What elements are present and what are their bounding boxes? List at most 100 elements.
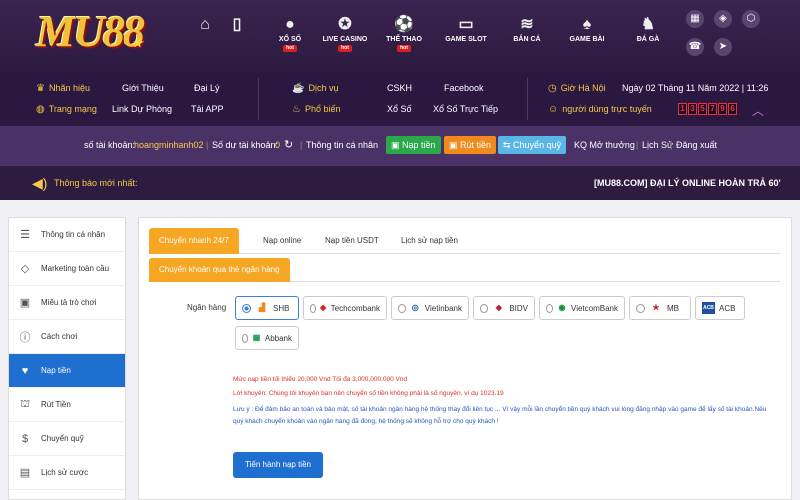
tab-deposit-history[interactable]: Lịch sử nạp tiền: [391, 228, 468, 254]
transfer-button[interactable]: ⇆ Chuyển quỹ: [498, 136, 567, 154]
link-cskh[interactable]: CSKH: [387, 83, 412, 93]
collapse-chevron-icon[interactable]: ︿: [752, 102, 764, 119]
link-dai-ly[interactable]: Đại Lý: [194, 83, 220, 93]
nav-label: GAME SLOT: [445, 36, 487, 43]
username: hoangminhanh02: [134, 140, 204, 150]
sidebar-item-deposit[interactable]: ♥ Nạp tiền: [9, 354, 125, 388]
radio-button[interactable]: [398, 303, 406, 313]
hot-badge: hot: [283, 45, 297, 52]
nav-label: LIVE CASINO: [322, 36, 368, 43]
radio-button[interactable]: [636, 303, 645, 313]
support-icon[interactable]: ☎: [686, 38, 704, 56]
lottery-icon: ●: [285, 16, 295, 33]
radio-button[interactable]: [242, 303, 251, 313]
users-icon: ☺: [548, 104, 559, 115]
bank-option-bidv[interactable]: ◆ BIDV: [473, 296, 535, 320]
sidebar-item-profile[interactable]: ☰ Thông tin cá nhân: [9, 218, 125, 252]
content-area: ☰ Thông tin cá nhân ◇ Marketing toàn cầu ▣…: [0, 200, 800, 500]
bank-option-acb[interactable]: ACB ACB: [695, 296, 745, 320]
hot-badge: hot: [397, 45, 411, 52]
piggy-bank-icon: ♥: [21, 364, 29, 377]
deposit-button[interactable]: ▣ Nạp tiền: [386, 136, 441, 154]
link-trang-mang: ◍ Trang mạng: [36, 104, 97, 115]
radio-button[interactable]: [546, 303, 553, 313]
refresh-icon[interactable]: ↻: [284, 138, 293, 151]
link-tai-app[interactable]: Tải APP: [191, 104, 224, 114]
telegram-icon[interactable]: ➤: [714, 38, 732, 56]
nav-label: GAME BÀI: [569, 36, 605, 43]
radio-button[interactable]: [242, 333, 249, 343]
nav-live-casino[interactable]: ✪ LIVE CASINO hot: [315, 14, 375, 52]
techcombank-logo-icon: ◆: [320, 303, 327, 312]
results-link[interactable]: KQ Mở thưởng: [574, 140, 635, 150]
link-xo-so[interactable]: Xổ Số: [387, 104, 412, 114]
radio-button[interactable]: [480, 303, 489, 313]
separator: |: [206, 140, 209, 150]
link-facebook[interactable]: Facebook: [444, 83, 484, 93]
shield-icon[interactable]: ⬡: [742, 10, 760, 28]
radio-button[interactable]: [310, 303, 316, 313]
nav-xo-so[interactable]: ● XỔ SỐ hot: [260, 14, 320, 52]
fire-icon: ♨: [292, 104, 301, 115]
nav-game-bai[interactable]: ♠ GAME BÀI: [557, 14, 617, 43]
link-du-phong[interactable]: Link Dự Phòng: [112, 104, 172, 114]
online-users-label: ☺ người dùng trực tuyến: [548, 104, 652, 115]
bank-option-mb[interactable]: ★ MB: [629, 296, 691, 320]
bank-option-abbank[interactable]: ▦ Abbank: [235, 326, 299, 350]
nav-the-thao[interactable]: ⚽ THỂ THAO hot: [374, 14, 434, 52]
user-profile-icon: ☰: [20, 229, 30, 241]
logout-link[interactable]: Đăng xuất: [676, 140, 717, 150]
deposit-tabs: Chuyển nhanh 24/7 Nạp online Nạp tiền US…: [149, 228, 780, 254]
soccer-ball-icon: ⚽: [394, 16, 414, 33]
bank-option-vietcombank[interactable]: ◉ VietcomBank: [539, 296, 625, 320]
casino-chip-icon: ✪: [338, 16, 352, 33]
mb-logo-icon: ★: [652, 303, 660, 312]
hot-badge: hot: [338, 45, 352, 52]
logo-text: MU88: [36, 7, 145, 56]
withdraw-button[interactable]: ▣ Rút tiền: [444, 136, 497, 154]
bank-option-techcombank[interactable]: ◆ Techcombank: [303, 296, 387, 320]
nav-label: XỔ SỐ: [278, 36, 302, 43]
notice-label: Thông báo mới nhất:: [54, 178, 138, 188]
history-link[interactable]: Lịch Sử: [642, 140, 673, 150]
method-tabs: Chuyển khoản qua thẻ ngân hàng: [149, 258, 780, 282]
online-counter: 135796: [678, 103, 737, 115]
sidebar-item-marketing[interactable]: ◇ Marketing toàn cầu: [9, 252, 125, 286]
speaker-icon: ◀): [32, 175, 48, 191]
mu88-logo[interactable]: MU88 ★: [36, 6, 145, 57]
sidebar-item-transfer[interactable]: $ Chuyển quỹ: [9, 422, 125, 456]
nav-ban-ca[interactable]: ≋ BẮN CÁ: [497, 14, 557, 43]
link-xo-so-truc-tiep[interactable]: Xổ Số Trực Tiếp: [433, 104, 498, 114]
clock-icon: ◷: [548, 83, 557, 94]
info-icon: ⓘ: [19, 331, 31, 344]
withdraw-icon: ⛫: [19, 397, 31, 410]
dollar-icon: $: [21, 432, 29, 445]
vietcombank-logo-icon: ◉: [558, 303, 566, 312]
sidebar-item-bet-history[interactable]: ▤ Lịch sử cược: [9, 456, 125, 490]
sidebar-item-game-description[interactable]: ▣ Miêu tả trò chơi: [9, 286, 125, 320]
bank-option-shb[interactable]: ▟ SHB: [235, 296, 299, 320]
profile-link[interactable]: Thông tin cá nhân: [306, 140, 378, 150]
star-icon: ★: [132, 36, 143, 50]
gamepad-icon: ▣: [19, 297, 31, 309]
nav-game-slot[interactable]: ▭ GAME SLOT: [436, 14, 496, 43]
tab-online-deposit[interactable]: Nạp online: [253, 228, 311, 254]
deposit-panel: Chuyển nhanh 24/7 Nạp online Nạp tiền US…: [138, 217, 792, 500]
nav-da-ga[interactable]: ♞ ĐÁ GÀ: [618, 14, 678, 43]
game-slot-icon: ▭: [458, 16, 474, 33]
vip-icon[interactable]: ◈: [714, 10, 732, 28]
nav-mobile[interactable]: ▯: [207, 14, 267, 36]
sidebar-item-withdraw[interactable]: ⛫ Rút Tiền: [9, 388, 125, 422]
submit-deposit-button[interactable]: Tiến hành nạp tiền: [233, 452, 323, 478]
separator: |: [636, 140, 639, 150]
history-icon: ▤: [19, 467, 31, 479]
transfer-icon: ⇆: [503, 140, 514, 150]
sidebar-item-how-to-play[interactable]: ⓘ Cách chơi: [9, 320, 125, 354]
tab-fast-transfer[interactable]: Chuyển nhanh 24/7: [149, 228, 239, 254]
gift-icon[interactable]: ▦: [686, 10, 704, 28]
balance-label: Số dư tài khoản:: [212, 140, 279, 150]
tab-usdt-deposit[interactable]: Nạp tiền USDT: [315, 228, 389, 254]
link-gioi-thieu[interactable]: Giới Thiệu: [122, 83, 164, 93]
tab-bank-card-transfer[interactable]: Chuyển khoản qua thẻ ngân hàng: [149, 258, 290, 282]
bank-option-vietinbank[interactable]: ◎ Vietinbank: [391, 296, 469, 320]
